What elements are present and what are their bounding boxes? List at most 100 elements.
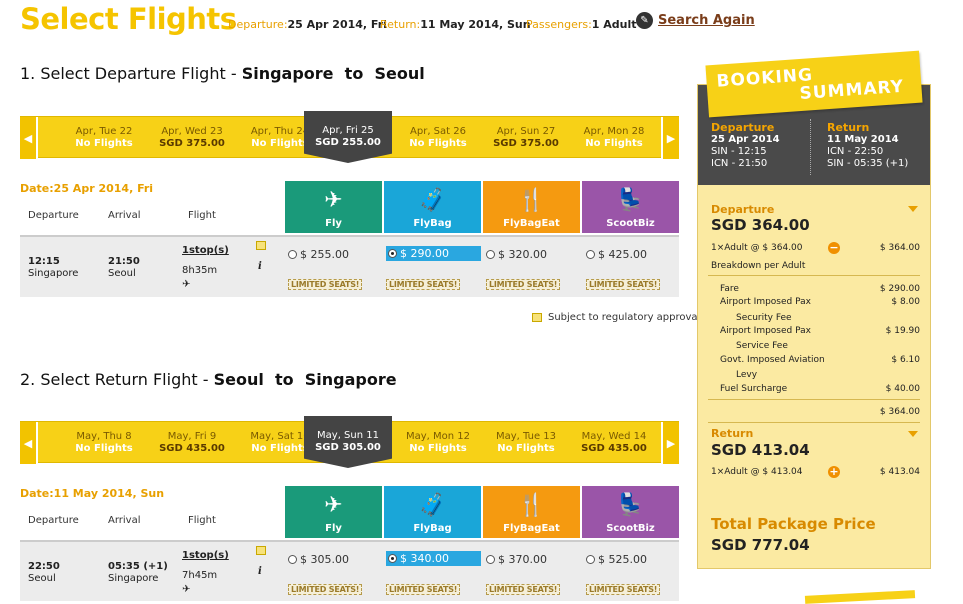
stops-link[interactable]: 1stop(s): [182, 550, 229, 561]
col-flight: Flight: [188, 210, 216, 221]
meal-icon: 🍴: [517, 493, 546, 518]
summary-departure-label: Departure: [711, 203, 775, 216]
radio-icon: [288, 250, 297, 259]
note-icon: [532, 313, 542, 322]
date-option[interactable]: May, Mon 12 No Flights: [394, 422, 482, 464]
minus-icon[interactable]: −: [828, 242, 840, 254]
departure-label: Departure:: [228, 18, 288, 31]
next-dates-arrow-icon[interactable]: ▶: [661, 117, 679, 159]
return-heading: 2. Select Return Flight - Seoul to Singa…: [20, 370, 397, 389]
radio-icon: [586, 555, 595, 564]
date-option[interactable]: May, Thu 8 No Flights: [60, 422, 148, 464]
return-heading-prefix: 2. Select Return Flight -: [20, 370, 209, 389]
prev-dates-arrow-icon[interactable]: ◀: [20, 422, 38, 464]
departure-heading-prefix: 1. Select Departure Flight -: [20, 64, 237, 83]
return-date-label: Date:11 May 2014, Sun: [20, 487, 165, 500]
date-option-selected[interactable]: Apr, Fri 25 SGD 255.00: [304, 111, 392, 163]
total-price-label: Total Package Price: [711, 515, 876, 533]
date-option[interactable]: Apr, Sat 26 No Flights: [394, 117, 482, 159]
passengers-label: Passengers:: [526, 18, 592, 31]
date-option[interactable]: May, Tue 13 No Flights: [482, 422, 570, 464]
col-departure: Departure: [28, 210, 79, 221]
breakdown-total: $ 364.00: [879, 407, 920, 417]
fare-option-scootbiz[interactable]: $ 525.00: [586, 553, 647, 566]
date-option[interactable]: May, Wed 14 SGD 435.00: [570, 422, 658, 464]
plus-icon[interactable]: +: [828, 466, 840, 478]
fare-option-fly[interactable]: $ 305.00: [288, 553, 349, 566]
departure-heading: 1. Select Departure Flight - Singapore t…: [20, 64, 425, 83]
regulatory-note: Subject to regulatory approval: [532, 312, 700, 323]
radio-icon: [486, 555, 495, 564]
stops-link[interactable]: 1stop(s): [182, 245, 229, 256]
summary-return-amount: SGD 413.04: [711, 441, 810, 459]
chevron-down-icon[interactable]: [908, 431, 918, 437]
tab-flybag[interactable]: 🧳 FlyBag: [384, 181, 481, 233]
date-option[interactable]: Apr, Tue 22 No Flights: [60, 117, 148, 159]
col-departure: Departure: [28, 515, 79, 526]
seat-icon: 💺: [616, 188, 645, 213]
limited-seats-badge: LIMITED SEATS!: [586, 279, 661, 290]
info-icon[interactable]: i: [258, 261, 262, 272]
header-departure: Departure:25 Apr 2014, Fri: [228, 18, 387, 31]
date-option[interactable]: Apr, Wed 23 SGD 375.00: [148, 117, 236, 159]
dep-adult-total: $ 364.00: [879, 243, 920, 253]
note-icon: [256, 546, 266, 558]
fare-option-fly[interactable]: $ 255.00: [288, 248, 349, 261]
arr-city: Singapore: [108, 573, 159, 584]
plane-icon: ✈: [324, 188, 343, 213]
date-option[interactable]: Apr, Sun 27 SGD 375.00: [482, 117, 570, 159]
return-label: Return:: [380, 18, 421, 31]
limited-seats-badge: LIMITED SEATS!: [386, 279, 461, 290]
radio-icon: [486, 250, 495, 259]
tab-scootbiz[interactable]: 💺 ScootBiz: [582, 486, 679, 538]
departure-date-bar: ◀ Apr, Tue 22 No Flights Apr, Wed 23 SGD 3…: [20, 111, 679, 163]
search-again-link[interactable]: ✎ Search Again: [636, 12, 755, 29]
departure-value: 25 Apr 2014, Fri: [287, 18, 387, 31]
seat-icon: 💺: [616, 493, 645, 518]
tab-flybag[interactable]: 🧳 FlyBag: [384, 486, 481, 538]
date-option[interactable]: May, Fri 9 SGD 435.00: [148, 422, 236, 464]
tab-flybageat[interactable]: 🍴 FlyBagEat: [483, 486, 580, 538]
dep-adult-rate: 1×Adult @ $ 364.00: [711, 243, 803, 253]
radio-icon: [388, 554, 397, 563]
fare-option-scootbiz[interactable]: $ 425.00: [586, 248, 647, 261]
summary-departure-info: Departure 25 Apr 2014 SIN - 12:15 ICN - …: [711, 121, 780, 170]
tab-fly[interactable]: ✈ Fly: [285, 181, 382, 233]
info-icon[interactable]: i: [258, 566, 262, 577]
date-option-selected[interactable]: May, Sun 11 SGD 305.00: [304, 416, 392, 468]
limited-seats-badge: LIMITED SEATS!: [386, 584, 461, 595]
tab-flybageat[interactable]: 🍴 FlyBagEat: [483, 181, 580, 233]
fare-option-flybageat[interactable]: $ 320.00: [486, 248, 547, 261]
prev-dates-arrow-icon[interactable]: ◀: [20, 117, 38, 159]
plane-icon: ✈: [182, 584, 191, 595]
breakdown-item-value: $ 8.00: [891, 297, 920, 307]
breakdown-item-name: Airport Imposed Pax: [720, 297, 811, 307]
flight-duration: 8h35m: [182, 265, 218, 276]
next-dates-arrow-icon[interactable]: ▶: [661, 422, 679, 464]
breakdown-item-name-cont: Service Fee: [736, 341, 788, 351]
date-option[interactable]: Apr, Mon 28 No Flights: [570, 117, 658, 159]
bag-icon: 🧳: [418, 188, 447, 213]
meal-icon: 🍴: [517, 188, 546, 213]
fare-option-flybag[interactable]: $ 290.00: [386, 246, 481, 261]
breakdown-label: Breakdown per Adult: [711, 261, 806, 271]
tab-scootbiz[interactable]: 💺 ScootBiz: [582, 181, 679, 233]
fare-option-flybageat[interactable]: $ 370.00: [486, 553, 547, 566]
header-return: Return:11 May 2014, Sun: [380, 18, 531, 31]
breakdown-item-value: $ 6.10: [891, 355, 920, 365]
col-flight: Flight: [188, 515, 216, 526]
ret-adult-rate: 1×Adult @ $ 413.04: [711, 467, 803, 477]
bottom-banner-strip: [804, 590, 916, 604]
plane-icon: ✈: [182, 279, 191, 290]
ret-adult-total: $ 413.04: [879, 467, 920, 477]
tab-fly[interactable]: ✈ Fly: [285, 486, 382, 538]
return-value: 11 May 2014, Sun: [420, 18, 531, 31]
chevron-down-icon[interactable]: [908, 206, 918, 212]
radio-icon: [586, 250, 595, 259]
col-arrival: Arrival: [108, 210, 141, 221]
page-title: Select Flights: [20, 2, 237, 36]
search-again-label[interactable]: Search Again: [658, 13, 755, 28]
limited-seats-badge: LIMITED SEATS!: [486, 584, 561, 595]
limited-seats-badge: LIMITED SEATS!: [486, 279, 561, 290]
fare-option-flybag[interactable]: $ 340.00: [386, 551, 481, 566]
